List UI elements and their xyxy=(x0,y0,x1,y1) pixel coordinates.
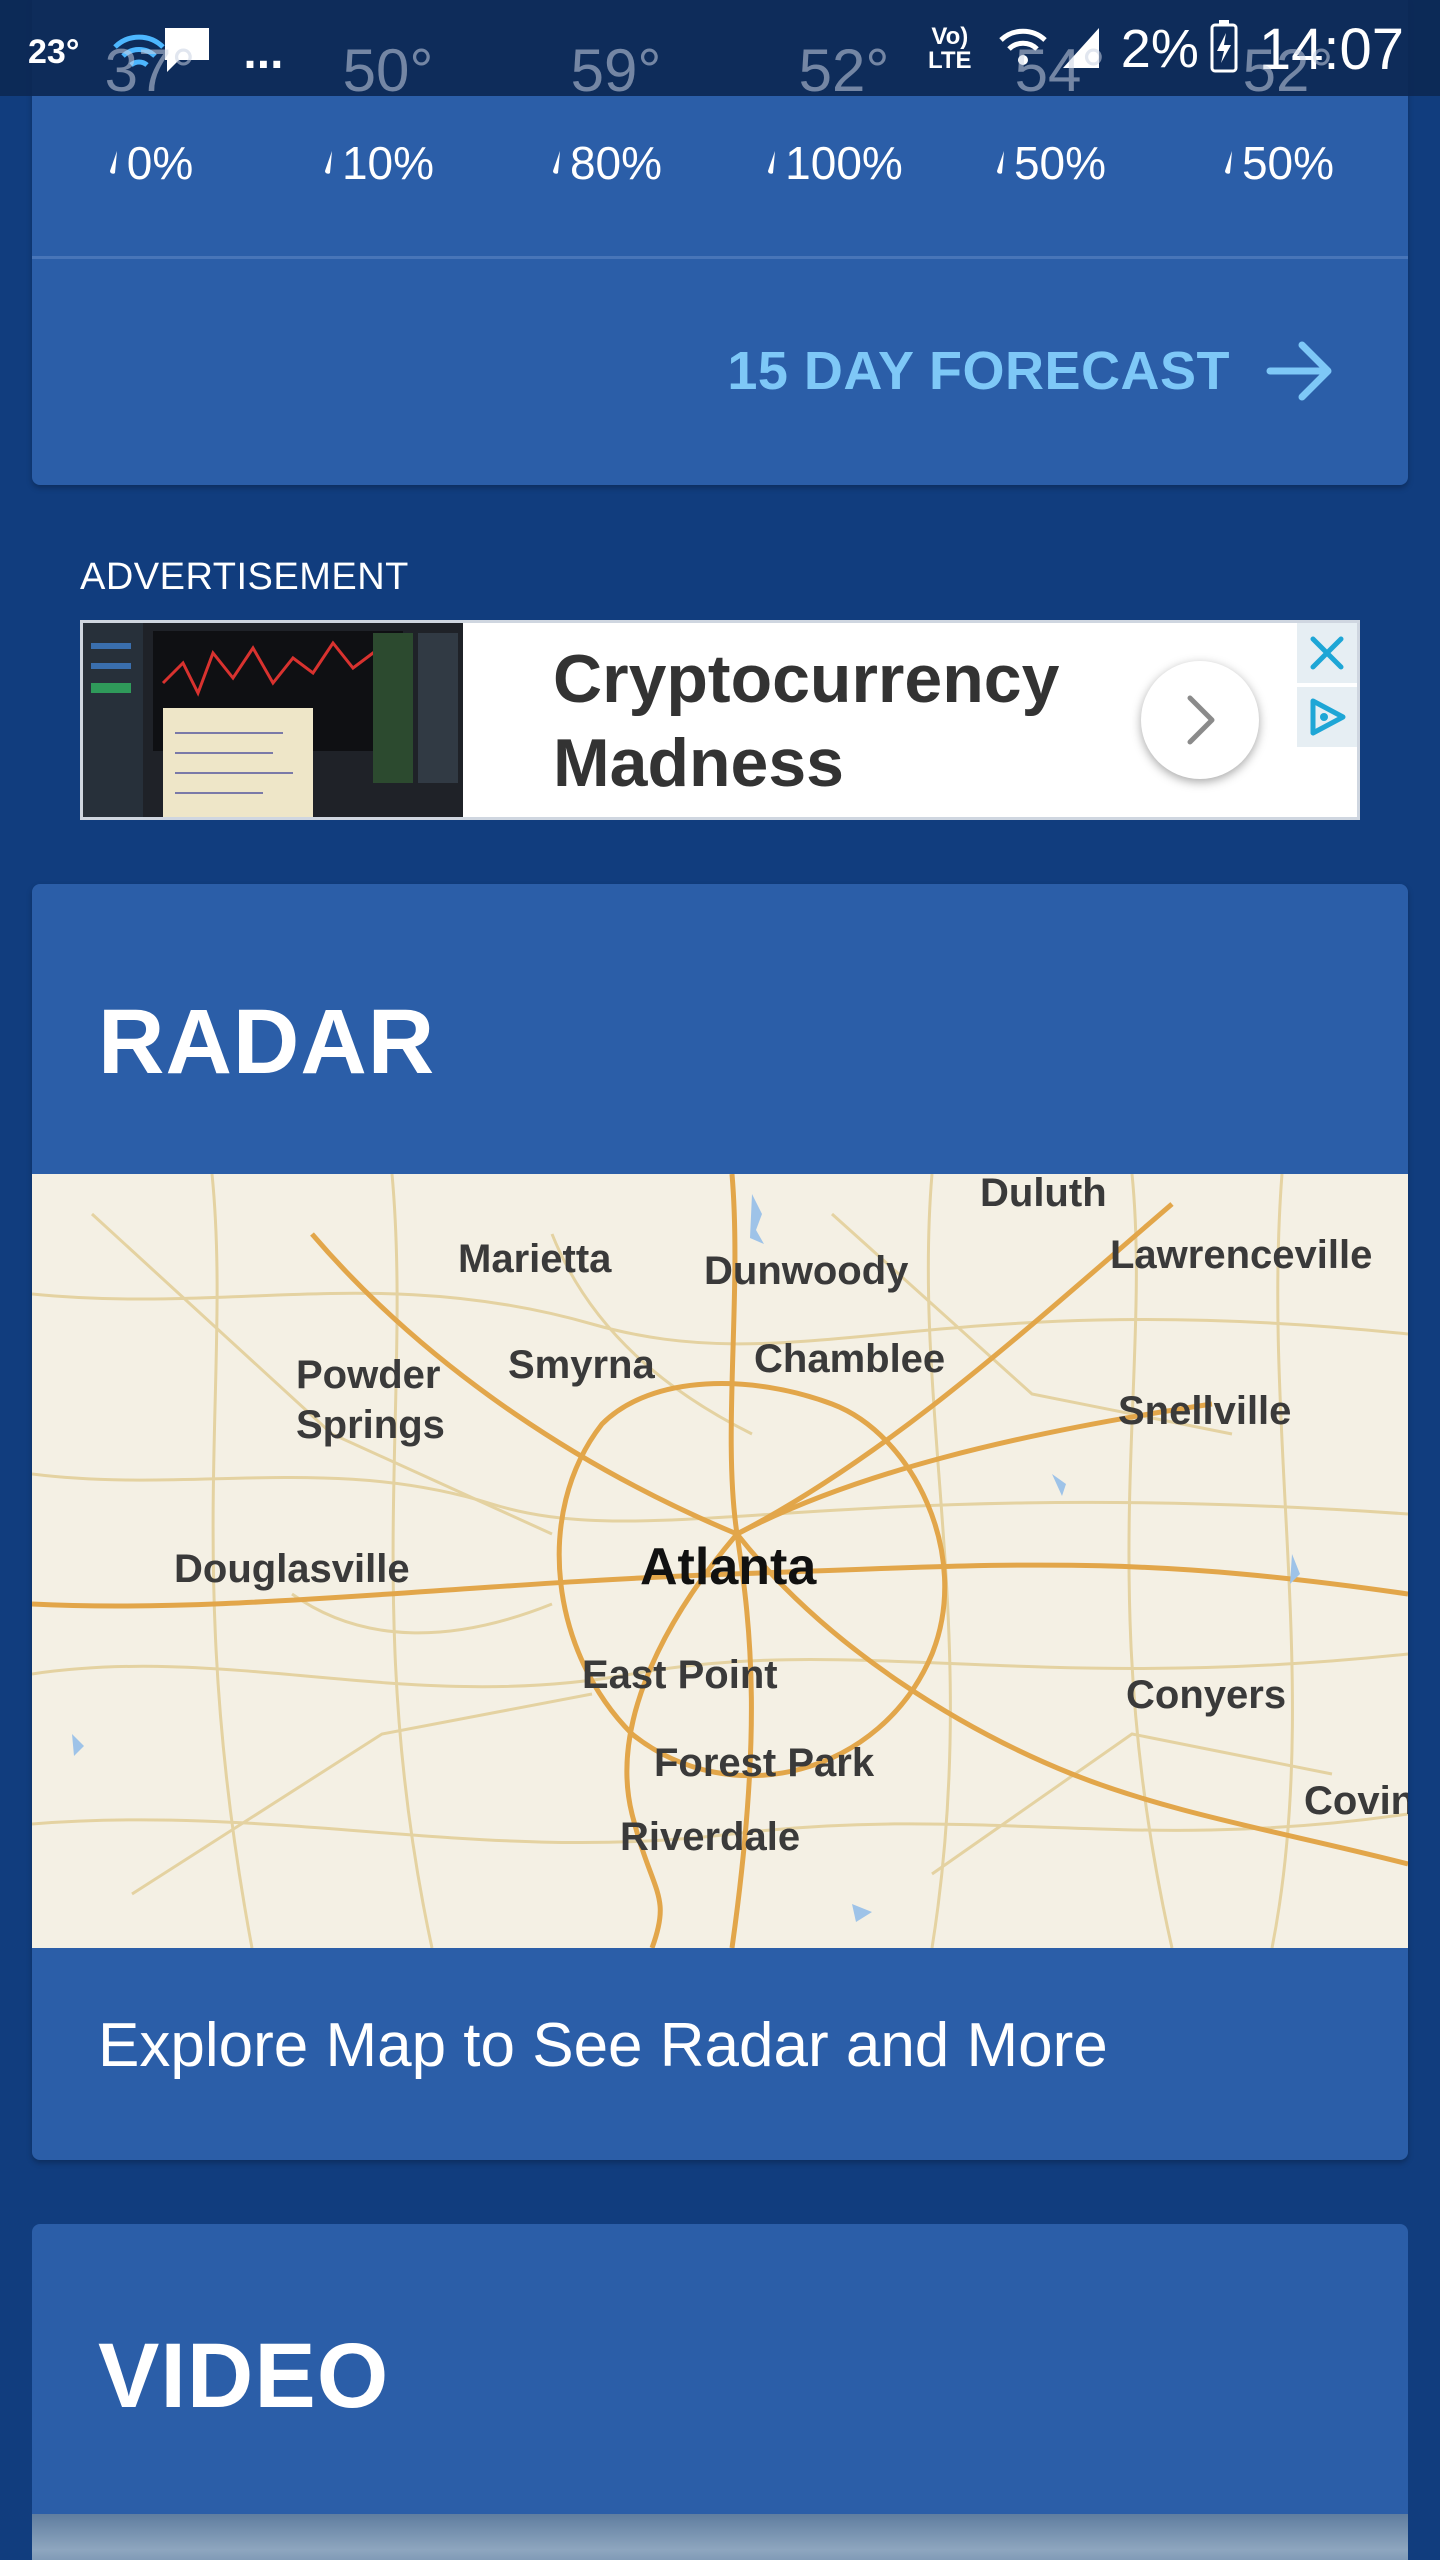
precip-chance: 100% xyxy=(721,136,947,190)
radar-explore-link[interactable]: Explore Map to See Radar and More xyxy=(98,2010,1108,2081)
clock: 14:07 xyxy=(1258,16,1404,82)
map-city-label: Smyrna xyxy=(508,1343,655,1387)
advertisement-label: ADVERTISEMENT xyxy=(80,556,409,598)
fifteen-day-forecast-link[interactable]: 15 DAY FORECAST xyxy=(727,340,1336,402)
radar-title: RADAR xyxy=(98,991,436,1093)
precip-value: 0% xyxy=(126,137,194,189)
video-thumbnail[interactable] xyxy=(32,2514,1408,2560)
status-right: Vo) LTE 2% 14:07 xyxy=(925,14,1404,84)
wifi-icon xyxy=(997,22,1049,77)
map-city-label: Forest Park xyxy=(654,1741,875,1785)
precip-value: 80% xyxy=(569,137,663,189)
map-city-label: Douglasville xyxy=(174,1547,410,1591)
more-notifications-icon: ... xyxy=(243,25,284,79)
radar-map[interactable]: Duluth Marietta Dunwoody Lawrenceville P… xyxy=(32,1174,1408,1948)
ad-choices-button[interactable] xyxy=(1297,687,1357,747)
signal-icon xyxy=(1059,22,1103,77)
status-temperature: 23° xyxy=(28,33,80,71)
fifteen-day-forecast-label: 15 DAY FORECAST xyxy=(727,341,1230,401)
ad-open-button[interactable] xyxy=(1141,661,1259,779)
raindrop-icon xyxy=(109,151,117,174)
precip-chance: 10% xyxy=(265,136,491,190)
precip-chance: 80% xyxy=(493,136,719,190)
map-city-label: Conyers xyxy=(1126,1673,1287,1717)
ad-close-button[interactable] xyxy=(1297,623,1357,683)
advertisement-banner[interactable]: Cryptocurrency Madness xyxy=(80,620,1360,820)
status-left: 23° ... xyxy=(28,22,283,83)
raindrop-icon xyxy=(996,151,1004,174)
raindrop-icon xyxy=(1224,151,1232,174)
map-city-label: Dunwoody xyxy=(704,1249,909,1293)
close-icon xyxy=(1310,636,1344,670)
precipitation-row: 0% 10% 80% 100% 50% 50% xyxy=(32,120,1408,210)
map-city-label: Atlanta xyxy=(640,1538,817,1596)
map-city-label: Snellville xyxy=(1118,1389,1292,1433)
battery-percent: 2% xyxy=(1120,19,1199,79)
battery-charging-icon xyxy=(1209,19,1239,80)
raindrop-icon xyxy=(768,151,776,174)
map-city-label: Riverdale xyxy=(620,1815,801,1859)
raindrop-icon xyxy=(552,151,560,174)
map-city-label: East Point xyxy=(582,1653,778,1697)
video-title: VIDEO xyxy=(98,2325,390,2427)
adchoices-icon xyxy=(1310,698,1346,736)
map-city-label: Lawrenceville xyxy=(1110,1233,1373,1277)
precip-value: 50% xyxy=(1013,137,1107,189)
map-city-label: Chamblee xyxy=(754,1337,946,1381)
chevron-right-icon xyxy=(1187,695,1215,745)
map-city-label: Covin xyxy=(1304,1779,1408,1823)
map-city-label: Powder Springs xyxy=(296,1353,445,1447)
precip-chance: 0% xyxy=(37,136,263,190)
map-city-label: Duluth xyxy=(980,1174,1107,1215)
ad-headline[interactable]: Cryptocurrency Madness xyxy=(553,637,1059,805)
volte-icon: Vo) LTE xyxy=(928,23,972,74)
precip-chance: 50% xyxy=(1165,136,1391,190)
ad-headline-line: Madness xyxy=(553,725,844,801)
precip-value: 50% xyxy=(1241,137,1335,189)
map-city-label: Marietta xyxy=(458,1237,612,1281)
ad-image xyxy=(83,623,463,817)
video-card[interactable]: VIDEO xyxy=(32,2224,1408,2560)
radar-card[interactable]: RADAR Duluth Marietta Dunwoody Lawrencev… xyxy=(32,884,1408,2160)
status-bar: 23° ... Vo) LTE 2% 14:07 xyxy=(0,0,1440,96)
precip-value: 10% xyxy=(341,137,435,189)
message-icon xyxy=(159,22,215,83)
divider xyxy=(32,256,1408,259)
ad-headline-line: Cryptocurrency xyxy=(553,641,1060,717)
arrow-right-icon xyxy=(1266,341,1332,401)
precip-value: 100% xyxy=(785,137,903,189)
raindrop-icon xyxy=(324,151,332,174)
precip-chance: 50% xyxy=(937,136,1163,190)
